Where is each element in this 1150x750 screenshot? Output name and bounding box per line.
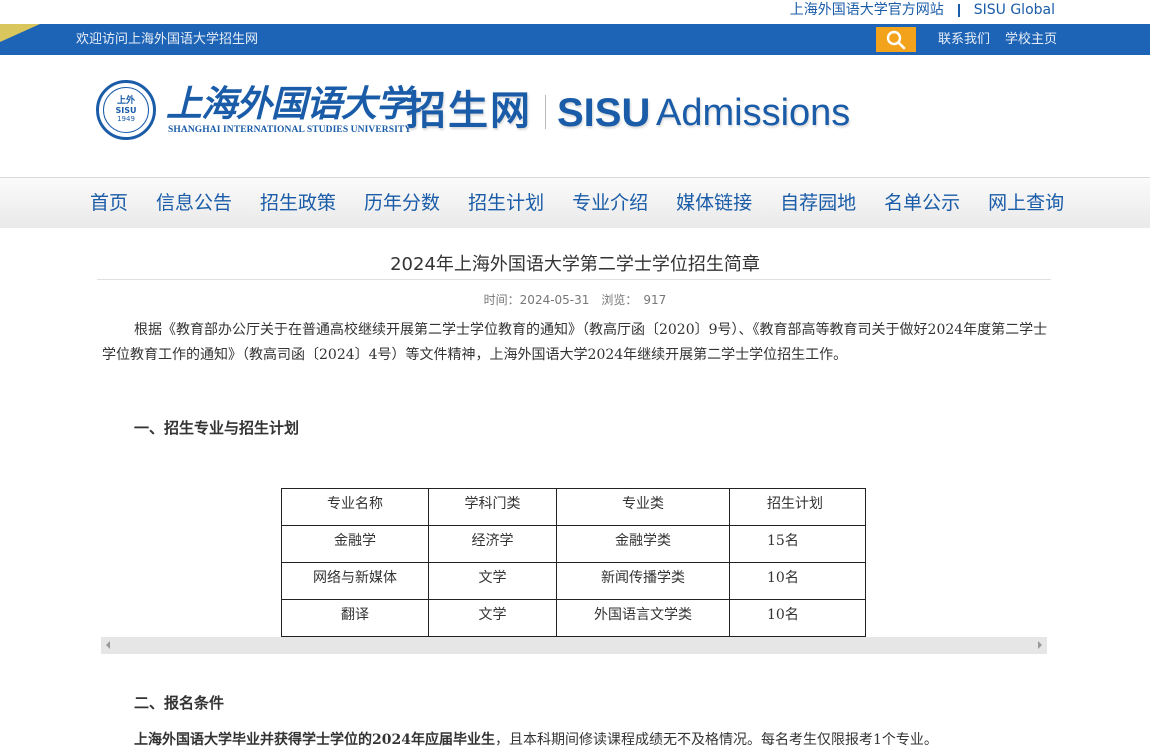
nav-item-media[interactable]: 媒体链接 <box>676 178 752 229</box>
admissions-wordmark: Admissions <box>656 92 851 134</box>
enrollment-table-wrapper: 专业名称 学科门类 专业类 招生计划 金融学 经济学 金融学类 15名 网络与新… <box>281 488 866 637</box>
seal-year-text: 1949 <box>117 114 135 123</box>
title-divider <box>97 279 1051 280</box>
article-meta: 时间：2024-05-31 浏览： 917 <box>483 293 667 307</box>
utility-links: 联系我们 学校主页 <box>938 24 1057 55</box>
table-header-cell: 专业名称 <box>281 488 429 526</box>
table-cell: 金融学 <box>281 525 429 563</box>
section-heading-plan: 一、招生专业与招生计划 <box>134 419 300 437</box>
nav-item-home[interactable]: 首页 <box>90 178 128 229</box>
table-cell: 经济学 <box>428 525 557 563</box>
university-seal-logo[interactable]: 上外 SISU 1949 <box>96 80 156 140</box>
section-heading-eligibility: 二、报名条件 <box>134 694 225 712</box>
table-cell: 网络与新媒体 <box>281 562 429 600</box>
table-row: 翻译 文学 外国语言文学类 10名 <box>281 599 866 637</box>
seal-top-text: 上外 <box>116 95 135 106</box>
scroll-right-icon[interactable] <box>1038 641 1042 649</box>
university-name-en: SHANGHAI INTERNATIONAL STUDIES UNIVERSIT… <box>168 125 412 135</box>
table-header-cell: 招生计划 <box>729 488 866 526</box>
table-cell: 翻译 <box>281 599 429 637</box>
table-cell: 15名 <box>729 525 866 563</box>
search-icon <box>886 30 906 49</box>
eligibility-bold: 上海外国语大学毕业并获得学士学位的2024年应届毕业生 <box>134 732 495 748</box>
nav-item-lists[interactable]: 名单公示 <box>884 178 960 229</box>
eligibility-text: 上海外国语大学毕业并获得学士学位的2024年应届毕业生，且本科期间修读课程成绩无… <box>134 729 1054 749</box>
table-cell: 新闻传播学类 <box>556 562 730 600</box>
table-cell: 文学 <box>428 599 557 637</box>
table-header-cell: 学科门类 <box>428 488 557 526</box>
external-links: 上海外国语大学官方网站 SISU Global <box>790 0 1055 20</box>
nav-item-majors[interactable]: 专业介绍 <box>572 178 648 229</box>
nav-item-announcements[interactable]: 信息公告 <box>156 178 232 229</box>
university-name-cn: 上海外国语大学 <box>166 83 412 125</box>
table-row: 网络与新媒体 文学 新闻传播学类 10名 <box>281 562 866 600</box>
table-cell: 10名 <box>729 562 866 600</box>
horizontal-scrollbar[interactable] <box>101 637 1047 654</box>
main-nav: 首页 信息公告 招生政策 历年分数 招生计划 专业介绍 媒体链接 自荐园地 名单… <box>0 177 1150 228</box>
table-header-row: 专业名称 学科门类 专业类 招生计划 <box>281 488 866 526</box>
official-site-link[interactable]: 上海外国语大学官方网站 <box>790 1 944 19</box>
table-cell: 金融学类 <box>556 525 730 563</box>
link-separator <box>957 3 960 17</box>
article-title: 2024年上海外国语大学第二学士学位招生简章 <box>390 254 760 275</box>
nav-item-scores[interactable]: 历年分数 <box>364 178 440 229</box>
header-divider <box>545 95 546 129</box>
top-links-bar: 上海外国语大学官方网站 SISU Global <box>0 0 1150 24</box>
corner-decoration <box>0 24 40 42</box>
table-cell: 文学 <box>428 562 557 600</box>
table-header-cell: 专业类 <box>556 488 730 526</box>
table-row: 金融学 经济学 金融学类 15名 <box>281 525 866 563</box>
welcome-text: 欢迎访问上海外国语大学招生网 <box>76 32 259 47</box>
welcome-bar: 欢迎访问上海外国语大学招生网 联系我们 学校主页 <box>0 24 1150 55</box>
nav-item-plan[interactable]: 招生计划 <box>468 178 544 229</box>
site-name: 招生网 <box>406 88 532 134</box>
nav-item-policy[interactable]: 招生政策 <box>260 178 336 229</box>
article-intro: 根据《教育部办公厅关于在普通高校继续开展第二学士学位教育的通知》（教高厅函〔20… <box>102 322 1048 363</box>
sisu-wordmark: SISU <box>557 91 651 135</box>
seal-mid-text: SISU <box>115 105 137 115</box>
search-button[interactable] <box>876 27 916 52</box>
scroll-left-icon[interactable] <box>106 641 110 649</box>
enrollment-table: 专业名称 学科门类 专业类 招生计划 金融学 经济学 金融学类 15名 网络与新… <box>281 488 866 637</box>
contact-link[interactable]: 联系我们 <box>938 24 990 55</box>
table-cell: 10名 <box>729 599 866 637</box>
table-cell: 外国语言文学类 <box>556 599 730 637</box>
school-home-link[interactable]: 学校主页 <box>1005 24 1057 55</box>
nav-item-recommend[interactable]: 自荐园地 <box>780 178 856 229</box>
site-header: 上外 SISU 1949 上海外国语大学 SHANGHAI INTERNATIO… <box>0 55 1150 177</box>
sisu-global-link[interactable]: SISU Global <box>974 1 1055 19</box>
nav-item-query[interactable]: 网上查询 <box>988 178 1064 229</box>
eligibility-rest: ，且本科期间修读课程成绩无不及格情况。每名考生仅限报考1个专业。 <box>494 732 938 748</box>
